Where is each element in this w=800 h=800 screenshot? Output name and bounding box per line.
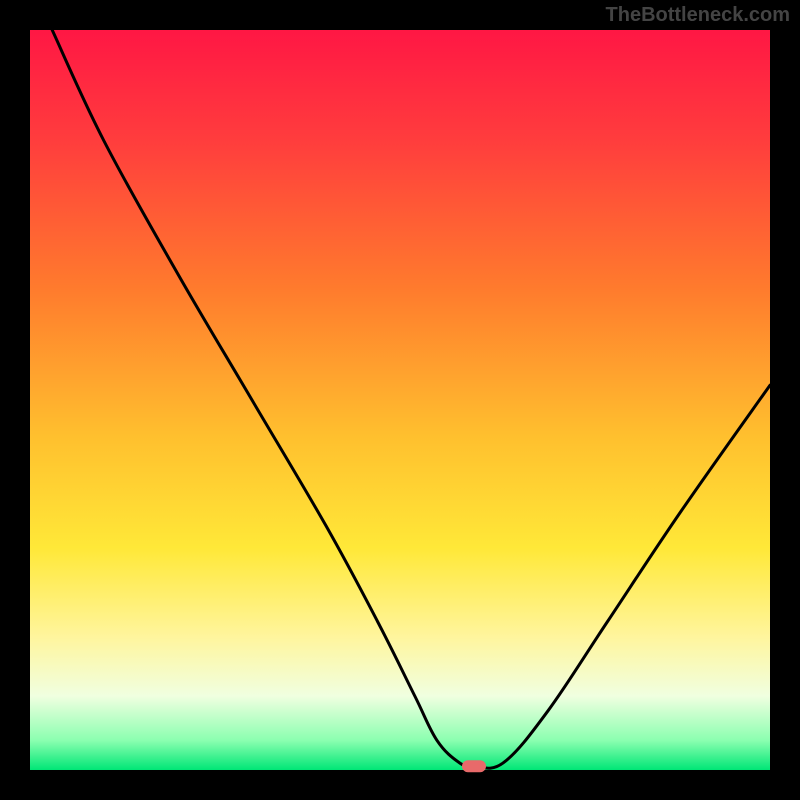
watermark-text: TheBottleneck.com	[606, 4, 790, 27]
bottleneck-chart	[0, 0, 800, 800]
plot-area	[30, 30, 770, 770]
optimum-marker	[462, 760, 486, 772]
chart-svg	[0, 0, 800, 800]
